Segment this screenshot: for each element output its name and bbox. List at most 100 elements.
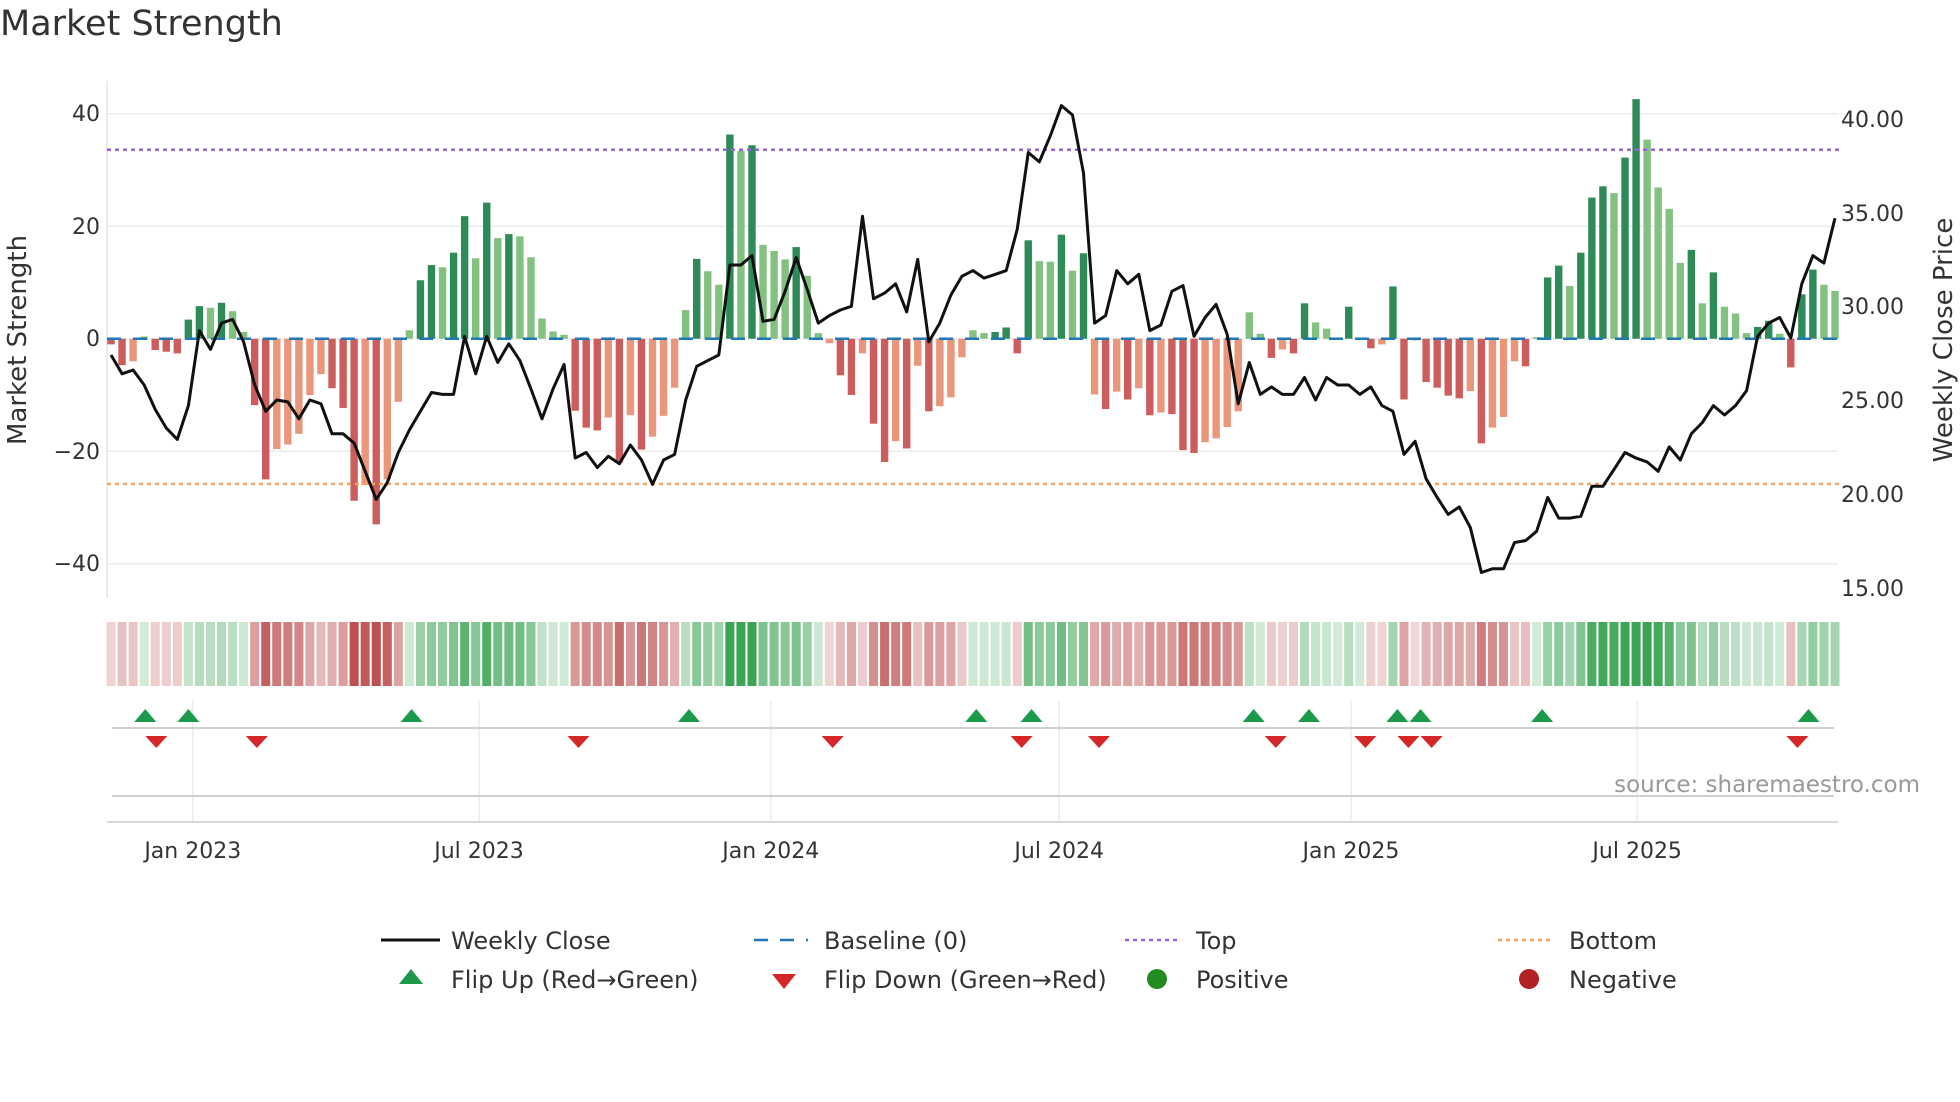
flip-down-marker: [821, 736, 844, 748]
heat-cell: [681, 622, 691, 686]
strength-bar: [759, 244, 767, 339]
flip-up-marker: [134, 709, 157, 722]
heat-cell: [404, 622, 414, 686]
heat-cell: [880, 622, 890, 686]
heat-cell: [1200, 622, 1210, 686]
strength-bar: [405, 330, 414, 339]
triangle-up-icon: [399, 969, 423, 984]
strength-bar: [1588, 197, 1596, 339]
flip-down-marker: [1397, 736, 1420, 748]
strength-bar: [1599, 186, 1607, 339]
heat-cell: [349, 622, 359, 686]
strength-bar: [162, 338, 170, 352]
strength-bar: [1278, 338, 1287, 350]
strength-bar: [1665, 208, 1673, 339]
strength-bar: [284, 338, 292, 445]
strength-bar: [593, 338, 601, 431]
strength-bars: [107, 99, 1839, 525]
heat-cell: [150, 622, 160, 686]
strength-bar: [1389, 286, 1397, 339]
strength-bar: [118, 338, 126, 366]
heat-cell: [504, 622, 514, 686]
flip-down-marker: [1087, 736, 1110, 748]
flip-up-marker: [177, 709, 200, 722]
heat-cell: [316, 622, 326, 686]
heat-cell: [548, 622, 558, 686]
legend-item-weekly-close[interactable]: Weekly Close: [381, 927, 611, 955]
legend-item-flip-down[interactable]: Flip Down (Green→Red): [772, 966, 1107, 994]
legend-item-positive[interactable]: Positive: [1147, 966, 1289, 994]
heat-cell: [1554, 622, 1564, 686]
strength-bar: [1101, 338, 1110, 410]
heat-cell: [1609, 622, 1619, 686]
strength-bar: [770, 251, 778, 339]
heat-cell: [714, 622, 724, 686]
heat-cell: [1189, 622, 1199, 686]
strength-bar: [306, 338, 314, 395]
strength-bar: [925, 338, 933, 412]
heat-cell: [1222, 622, 1232, 686]
heat-cell: [239, 622, 249, 686]
svg-text:Baseline (0): Baseline (0): [824, 927, 967, 955]
strength-bar: [151, 338, 159, 350]
strength-bar: [681, 310, 690, 339]
flip-down-marker: [567, 736, 590, 748]
heat-cell: [305, 622, 315, 686]
triangle-down-icon: [772, 974, 796, 989]
strength-bar: [1245, 312, 1253, 339]
strength-bar: [1212, 338, 1220, 439]
heat-cell: [625, 622, 635, 686]
heat-cell: [1576, 622, 1586, 686]
heat-cell: [957, 622, 967, 686]
heat-cell: [1719, 622, 1730, 686]
legend-item-top[interactable]: Top: [1125, 927, 1237, 955]
flip-up-marker: [677, 709, 700, 722]
heat-cell: [1311, 622, 1321, 686]
heat-cell: [802, 622, 812, 686]
left-tick-label: −20: [54, 440, 100, 465]
heat-cell: [1653, 622, 1663, 686]
heat-cell: [1708, 622, 1718, 686]
flip-up-marker: [1242, 709, 1265, 722]
heat-cell: [603, 622, 613, 686]
strength-bar: [980, 333, 988, 339]
heat-cell: [1300, 622, 1310, 686]
strength-bar: [615, 338, 624, 463]
heat-cell: [493, 622, 503, 686]
legend-item-baseline[interactable]: Baseline (0): [754, 927, 967, 955]
legend-item-negative[interactable]: Negative: [1519, 966, 1677, 994]
heat-cell: [913, 622, 923, 686]
heat-cell: [1288, 622, 1299, 686]
heat-cell: [1443, 622, 1453, 686]
strength-bar: [1400, 338, 1408, 400]
strength-bar: [693, 258, 701, 339]
heat-cell: [1532, 622, 1542, 686]
strength-bar: [847, 338, 856, 395]
heat-cell: [1753, 622, 1763, 686]
right-tick-label: 25.00: [1841, 389, 1904, 414]
flip-up-marker: [1797, 709, 1820, 722]
strength-bar: [1057, 234, 1066, 339]
heat-cell: [725, 622, 735, 686]
heat-cell: [250, 622, 260, 686]
heat-cell: [670, 622, 680, 686]
heat-cell: [216, 622, 227, 686]
strength-bar: [704, 271, 712, 339]
heat-cell: [780, 622, 790, 686]
heat-cell: [1112, 622, 1122, 686]
heat-cell: [1211, 622, 1221, 686]
heat-cell: [1786, 622, 1796, 686]
legend-item-bottom[interactable]: Bottom: [1498, 927, 1657, 955]
heat-cell: [835, 622, 845, 686]
strength-bar: [880, 338, 889, 462]
heat-cell: [205, 622, 215, 686]
svg-text:Positive: Positive: [1196, 966, 1289, 994]
legend-item-flip-up[interactable]: Flip Up (Red→Green): [399, 966, 699, 994]
strength-bar: [1820, 284, 1828, 339]
heat-cell: [1498, 622, 1508, 686]
heat-cell: [1023, 622, 1033, 686]
heat-cell: [1731, 622, 1741, 686]
heat-cell: [1156, 622, 1166, 686]
strength-bar: [1201, 338, 1209, 443]
heat-cell: [1134, 622, 1144, 686]
